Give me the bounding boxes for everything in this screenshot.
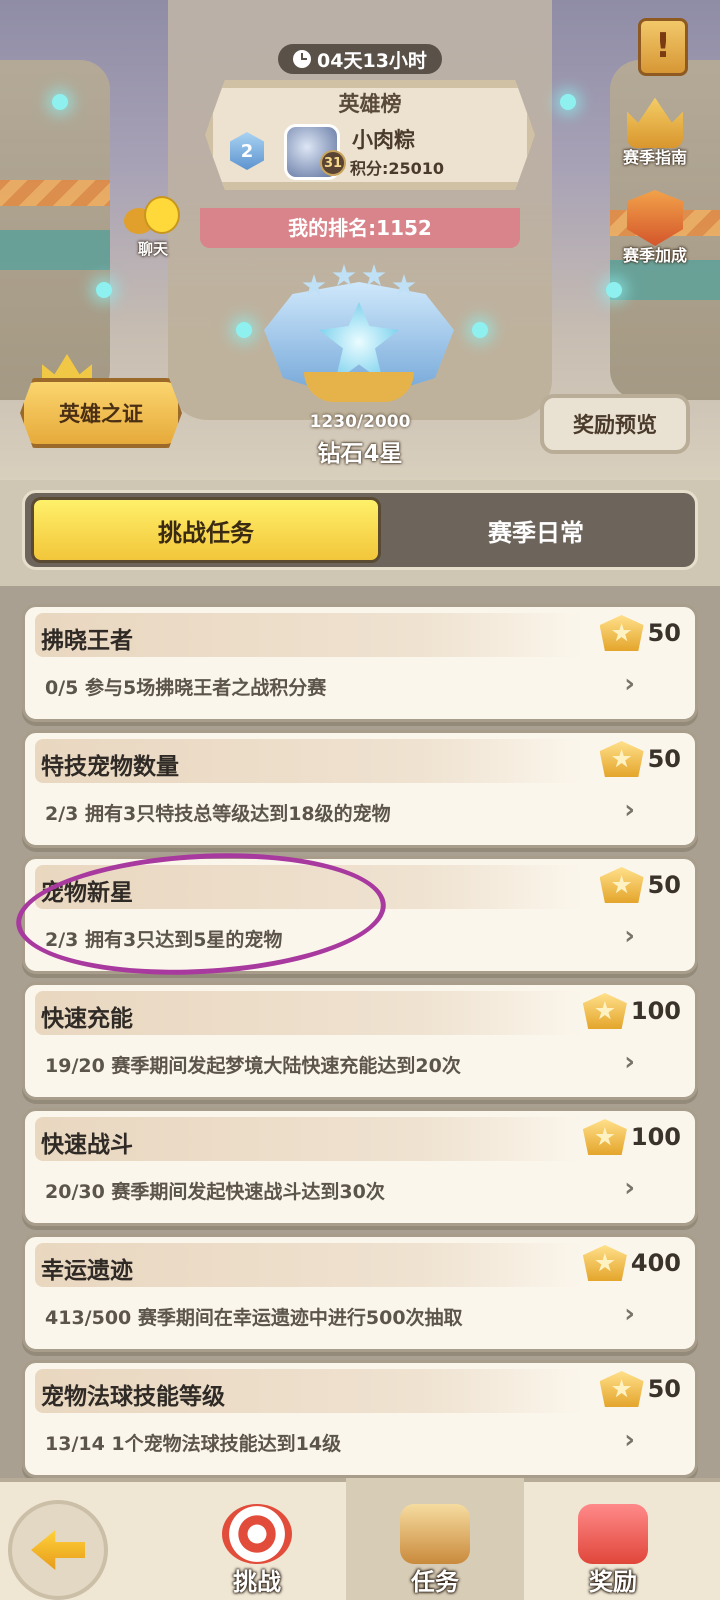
chevron-right-icon[interactable]: ›	[624, 1425, 635, 1455]
medal-icon	[582, 1245, 627, 1281]
medal-icon	[582, 1119, 627, 1155]
task-title: 快速充能	[41, 1006, 133, 1032]
chevron-right-icon[interactable]: ›	[624, 921, 635, 951]
task-desc: 13/14 1个宠物法球技能达到14级	[45, 1433, 342, 1455]
medal-icon	[599, 867, 644, 903]
nav-tasks-label: 任务	[411, 1568, 459, 1596]
chevron-right-icon[interactable]: ›	[624, 1173, 635, 1203]
task-title: 拂晓王者	[41, 628, 133, 654]
task-item[interactable]: 快速充能 100 19/20 赛季期间发起梦境大陆快速充能达到20次 ›	[22, 982, 698, 1100]
task-title: 幸运遗迹	[41, 1258, 133, 1284]
task-desc: 2/3 拥有3只特技总等级达到18级的宠物	[45, 803, 391, 825]
medal-icon	[599, 741, 644, 777]
season-timer-text: 04天13小时	[317, 49, 427, 72]
task-title: 快速战斗	[41, 1132, 133, 1158]
lamp-light	[52, 94, 68, 110]
task-desc: 20/30 赛季期间发起快速战斗达到30次	[45, 1181, 385, 1203]
task-item[interactable]: 拂晓王者 50 0/5 参与5场拂晓王者之战积分赛 ›	[22, 604, 698, 722]
smiley-icon	[144, 196, 180, 234]
medal-icon	[582, 993, 627, 1029]
notice-scroll-icon[interactable]: !	[638, 18, 688, 76]
nav-challenge-label: 挑战	[233, 1568, 281, 1596]
task-item[interactable]: 宠物法球技能等级 50 13/14 1个宠物法球技能达到14级 ›	[22, 1360, 698, 1478]
nav-challenge[interactable]: 挑战	[168, 1478, 346, 1600]
season-timer: 04天13小时	[278, 44, 442, 74]
task-title: 特技宠物数量	[41, 754, 179, 780]
lamp-light	[560, 94, 576, 110]
nav-rewards[interactable]: 奖励	[524, 1478, 702, 1600]
tab-season-daily[interactable]: 赛季日常	[381, 497, 691, 563]
task-reward: 50	[599, 1371, 681, 1407]
scroll-chest-icon	[400, 1504, 470, 1564]
lamp-light	[236, 322, 252, 338]
gift-box-icon	[578, 1504, 648, 1564]
player-score: 积分:25010	[350, 159, 445, 178]
task-reward: 50	[599, 867, 681, 903]
task-reward: 400	[582, 1245, 681, 1281]
tab-bar: 挑战任务 赛季日常	[22, 490, 698, 570]
chat-label: 聊天	[137, 240, 168, 258]
player-name: 小肉粽	[352, 128, 415, 152]
player-level-badge: 31	[320, 150, 346, 176]
task-desc: 19/20 赛季期间发起梦境大陆快速充能达到20次	[45, 1055, 461, 1077]
arrow-left-icon	[31, 1530, 85, 1570]
tab-challenge-tasks[interactable]: 挑战任务	[31, 497, 381, 563]
shield-plus-icon	[627, 190, 683, 246]
nav-tasks[interactable]: 任务	[346, 1478, 524, 1600]
target-icon	[222, 1504, 292, 1564]
stone-pillar-left	[0, 60, 110, 400]
task-title: 宠物法球技能等级	[41, 1384, 225, 1410]
season-guide-button[interactable]: 赛季指南	[612, 92, 698, 168]
task-item[interactable]: 快速战斗 100 20/30 赛季期间发起快速战斗达到30次 ›	[22, 1108, 698, 1226]
task-item[interactable]: 幸运遗迹 400 413/500 赛季期间在幸运遗迹中进行500次抽取 ›	[22, 1234, 698, 1352]
task-reward: 50	[599, 741, 681, 777]
medal-icon	[599, 615, 644, 651]
chevron-right-icon[interactable]: ›	[624, 1299, 635, 1329]
chat-button[interactable]: 聊天	[124, 196, 182, 260]
lamp-light	[96, 282, 112, 298]
season-bonus-button[interactable]: 赛季加成	[612, 190, 698, 266]
medal-icon	[599, 1371, 644, 1407]
task-desc: 413/500 赛季期间在幸运遗迹中进行500次抽取	[45, 1307, 463, 1329]
task-desc: 0/5 参与5场拂晓王者之战积分赛	[45, 677, 327, 699]
chevron-right-icon[interactable]: ›	[624, 1047, 635, 1077]
task-reward: 50	[599, 615, 681, 651]
task-reward: 100	[582, 1119, 681, 1155]
task-reward: 100	[582, 993, 681, 1029]
leaderboard-title: 英雄榜	[338, 92, 402, 116]
diamond-rank-emblem	[264, 262, 454, 412]
hero-proof-button[interactable]: 英雄之证	[20, 378, 182, 448]
task-item[interactable]: 特技宠物数量 50 2/3 拥有3只特技总等级达到18级的宠物 ›	[22, 730, 698, 848]
back-button[interactable]	[8, 1500, 108, 1600]
crown-book-icon	[627, 97, 683, 148]
chevron-right-icon[interactable]: ›	[624, 795, 635, 825]
my-rank-banner: 我的排名:1152	[200, 208, 520, 248]
reward-preview-button[interactable]: 奖励预览	[540, 394, 690, 454]
chevron-right-icon[interactable]: ›	[624, 669, 635, 699]
clock-icon	[293, 50, 312, 68]
lamp-light	[472, 322, 488, 338]
lamp-light	[606, 282, 622, 298]
nav-rewards-label: 奖励	[589, 1568, 637, 1596]
